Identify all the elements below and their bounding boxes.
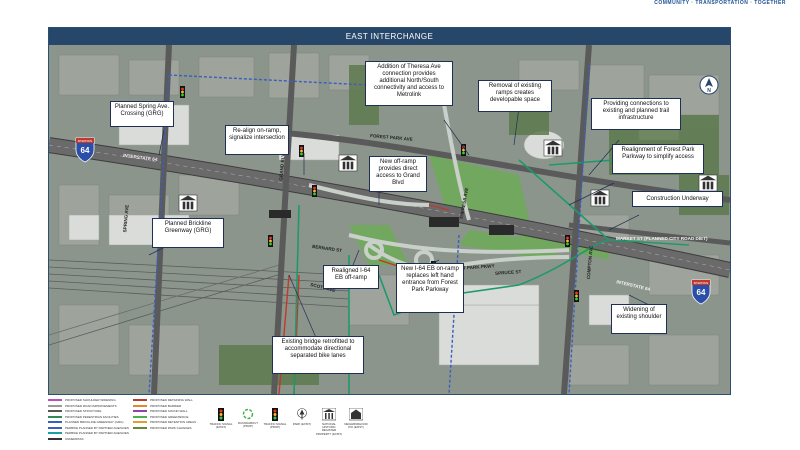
callout-widening-shoulder: Widening of existing shoulder (611, 304, 667, 334)
legend-icon-item: ROUNDABOUT (PROP) (235, 408, 261, 428)
legend-item: UNDERPASS (48, 437, 83, 441)
legend-label: UNDERPASS (65, 436, 84, 441)
legend-label: PROPOSED GREENSPACE (150, 414, 189, 419)
legend-icon-item: NEIGHBORHOOD POI (EXIST) (343, 407, 369, 430)
legend-item: PLANNED BRICKLINE GREENWAY (GRG) (48, 420, 123, 424)
legend-swatch (133, 404, 147, 407)
map-frame: EAST INTERCHANGE N INTERSTATE 64 INTERST… (48, 27, 731, 395)
legend-label: PROPOSED ROAD IMPROVEMENTS (65, 403, 117, 408)
legend-swatch (48, 432, 62, 435)
callout-spring-crossing: Planned Spring Ave. Crossing (GRG) (110, 101, 174, 127)
legend-swatch (48, 404, 62, 407)
legend-icon-item: TRAFFIC SIGNAL (PROP) (262, 408, 288, 429)
legend-item: PROPOSED RETAINING WALL (133, 398, 193, 402)
callout-bridge-retrofit: Existing bridge retrofitted to accommoda… (272, 336, 364, 374)
legend-item: PROPOSED BARRIER (133, 404, 181, 408)
legend-swatch (133, 399, 147, 402)
legend-item: PROPOSED GREENSPACE (133, 415, 188, 419)
shield-number-west: 64 (81, 146, 90, 155)
roundabout-icon (242, 408, 254, 420)
neighborhood-poi-icon (348, 407, 364, 421)
callout-theresa-connection: Addition of Theresa Ave connection provi… (365, 61, 453, 106)
legend-icon-item: NATIONAL HISTORIC REGISTER PROPERTY (EXI… (316, 407, 343, 436)
legend-item: PROPOSED SHOULDER WIDENING (48, 398, 116, 402)
callout-construction-underway: Construction Underway (632, 191, 723, 207)
legend-item: PEDBIKE PLANNED BY PARTNER AGENCIES (48, 431, 129, 435)
road-label-market-st: MARKET ST (PLANNED CITY ROAD DIET) (616, 236, 708, 241)
legend-icon-label: PARK (EXIST) (292, 422, 312, 426)
legend-swatch (48, 399, 62, 402)
map-legend: PROPOSED SHOULDER WIDENING PROPOSED ROAD … (48, 398, 378, 448)
shield-top-text-east: INTERSTATE (694, 282, 709, 285)
legend-swatch (133, 426, 147, 429)
callout-brickline-greenway: Planned Brickline Greenway (GRG) (152, 218, 224, 248)
legend-icon-label: TRAFFIC SIGNAL (EXIST) (209, 422, 233, 430)
legend-icon-item: TRAFFIC SIGNAL (EXIST) (208, 408, 234, 429)
legend-swatch (48, 426, 62, 429)
callout-trail-connections: Providing connections to existing and pl… (591, 98, 681, 130)
legend-icon-label: NATIONAL HISTORIC REGISTER PROPERTY (EXI… (316, 422, 343, 436)
legend-item: PEDBIKE PLANNED BY PARTNER AGENCIES (48, 426, 129, 430)
park-icon (297, 408, 307, 420)
legend-swatch (133, 415, 147, 418)
traffic-signal-icon (272, 408, 278, 421)
legend-icon-label: TRAFFIC SIGNAL (PROP) (263, 422, 287, 430)
callout-new-offramp: New off-ramp provides direct access to G… (369, 156, 427, 192)
legend-label: PEDBIKE PLANNED BY PARTNER AGENCIES (65, 425, 129, 430)
callout-realign-onramp: Re-align on-ramp, signalize intersection (225, 125, 289, 155)
shield-number-east: 64 (697, 288, 706, 297)
legend-swatch (133, 410, 147, 413)
tagline: COMMUNITY · TRANSPORTATION · TOGETHER (654, 0, 786, 6)
callout-realigned-eb-offramp: Realigned I-64 EB off-ramp (323, 265, 379, 289)
legend-label: PROPOSED SHOULDER WIDENING (65, 398, 116, 402)
callout-forest-park-realignment: Realignment of Forest Park Parkway to si… (612, 144, 704, 174)
legend-label: PROPOSED PARK CHANGES (150, 425, 192, 430)
legend-label: PROPOSED BARRIER (150, 403, 182, 408)
legend-swatch (48, 410, 62, 413)
traffic-signal-icon (218, 408, 224, 421)
legend-label: PROPOSED DETENTION AREAS (150, 420, 197, 424)
legend-swatch (133, 421, 147, 424)
callout-new-eb-onramp: New I-64 EB on-ramp replaces left hand e… (396, 263, 464, 313)
legend-label: PROPOSED SOUND WALL (150, 409, 188, 413)
legend-item: PROPOSED PARK CHANGES (133, 426, 191, 430)
legend-item: PROPOSED SOUND WALL (133, 409, 188, 413)
legend-swatch (48, 421, 62, 424)
legend-item: PROPOSED DETENTION AREAS (133, 420, 196, 424)
legend-label: PROPOSED PEDESTRIAN FACILITIES (65, 414, 119, 419)
legend-item: PROPOSED PEDESTRIAN FACILITIES (48, 415, 119, 419)
legend-label: PROPOSED RETAINING WALL (150, 398, 193, 402)
legend-label: PEDBIKE PLANNED BY PARTNER AGENCIES (65, 431, 129, 435)
legend-swatch (48, 415, 62, 418)
legend-item: PROPOSED ROAD IMPROVEMENTS (48, 404, 117, 408)
legend-swatch (48, 437, 62, 440)
legend-label: PLANNED BRICKLINE GREENWAY (GRG) (65, 420, 124, 424)
legend-icon-item: PARK (EXIST) (289, 408, 315, 426)
map-title: EAST INTERCHANGE (49, 28, 730, 45)
north-arrow-icon: N (699, 75, 719, 95)
historic-register-icon (321, 407, 337, 421)
legend-label: PROPOSED STRUCTURE (65, 409, 102, 413)
callout-removal-ramps: Removal of existing ramps creates develo… (478, 80, 552, 112)
north-label: N (707, 88, 711, 94)
legend-item: PROPOSED STRUCTURE (48, 409, 101, 413)
legend-icon-label: ROUNDABOUT (PROP) (238, 421, 258, 429)
shield-top-text-west: INTERSTATE (78, 140, 93, 143)
legend-icon-label: NEIGHBORHOOD POI (EXIST) (344, 422, 368, 430)
